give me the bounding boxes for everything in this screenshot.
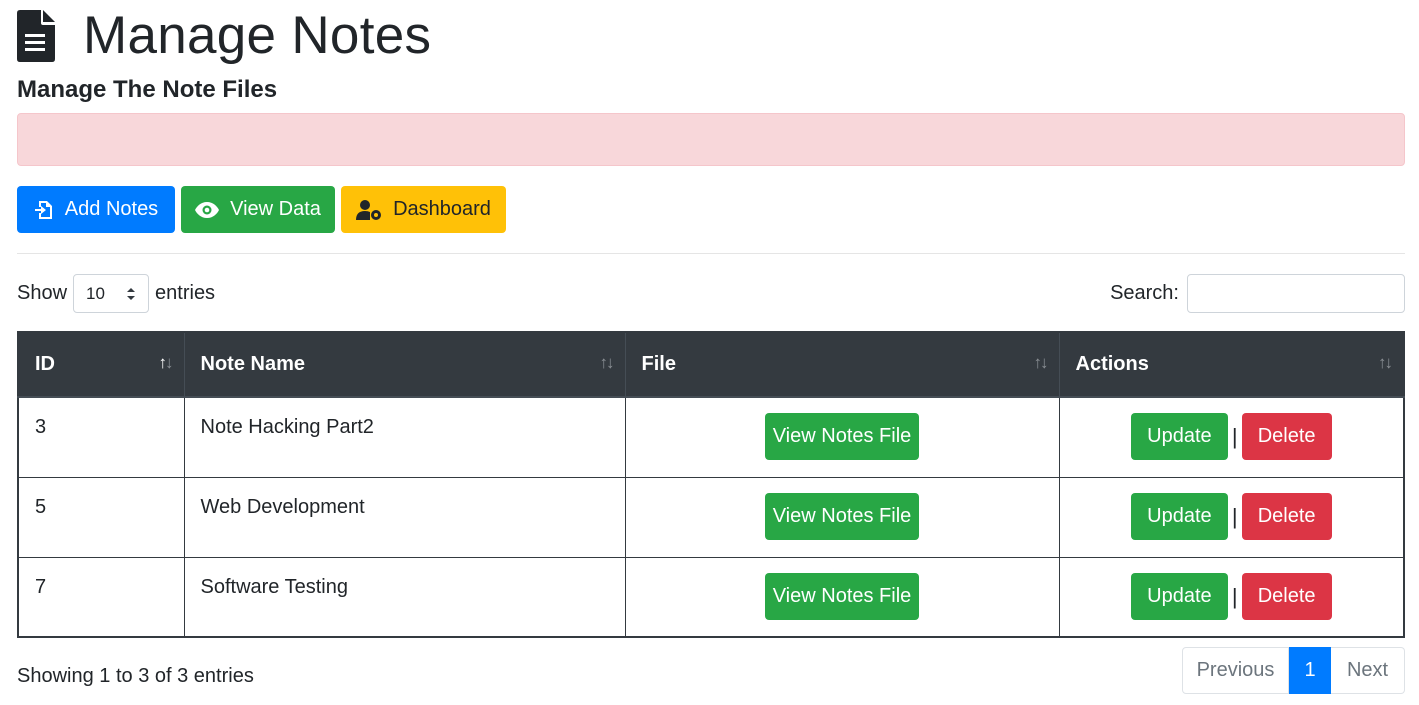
view-notes-file-button[interactable]: View Notes File: [765, 492, 919, 540]
notes-table: ID ↑↓ Note Name ↑↓ File ↑↓ Actions ↑↓ 3 …: [17, 331, 1405, 638]
entries-select-value: 10: [86, 283, 105, 303]
cell-actions: Update | Delete: [1058, 556, 1405, 638]
sort-asc-icon: ↑↓: [158, 353, 174, 372]
sort-icon: ↑↓: [599, 353, 615, 372]
cell-file: View Notes File: [624, 476, 1060, 558]
sort-icon: ↑↓: [1378, 353, 1393, 372]
action-bar: Add Notes View Data Dashboard: [17, 186, 506, 233]
column-header-id[interactable]: ID ↑↓: [17, 331, 185, 398]
table-row: 7 Software Testing View Notes File Updat…: [17, 556, 1405, 638]
dashboard-label: Dashboard: [393, 198, 491, 220]
pagination-page-1[interactable]: 1: [1289, 647, 1331, 694]
view-notes-file-button[interactable]: View Notes File: [765, 413, 919, 460]
cell-id: 7: [17, 556, 185, 638]
column-header-file[interactable]: File ↑↓: [624, 331, 1060, 398]
column-header-actions[interactable]: Actions ↑↓: [1058, 331, 1405, 398]
view-data-button[interactable]: View Data: [181, 186, 335, 233]
entries-length-control: Show 10 entries: [17, 274, 215, 313]
delete-button[interactable]: Delete: [1241, 413, 1332, 460]
cell-note-name: Software Testing: [183, 556, 626, 638]
add-notes-label: Add Notes: [64, 198, 159, 220]
view-notes-file-button[interactable]: View Notes File: [765, 572, 919, 620]
column-header-note-name[interactable]: Note Name ↑↓: [183, 331, 626, 398]
file-document-icon: [17, 10, 55, 62]
table-row: 5 Web Development View Notes File Update…: [17, 476, 1405, 558]
page-title: Manage Notes: [83, 6, 432, 65]
table-info: Showing 1 to 3 of 3 entries: [17, 665, 254, 687]
entries-label: entries: [155, 282, 216, 304]
sign-in-icon: [34, 200, 52, 219]
cell-id: 5: [17, 476, 185, 558]
action-separator: |: [1231, 424, 1238, 449]
pagination-previous[interactable]: Previous: [1182, 647, 1289, 694]
select-caret-icon: [127, 287, 136, 300]
alert-message: [17, 113, 1405, 166]
cell-file: View Notes File: [624, 556, 1060, 638]
cell-id: 3: [17, 396, 185, 478]
pagination: Previous 1 Next: [1182, 647, 1405, 694]
divider: [17, 253, 1405, 254]
search-input[interactable]: [1187, 274, 1405, 313]
table-header-row: ID ↑↓ Note Name ↑↓ File ↑↓ Actions ↑↓: [17, 331, 1405, 398]
pagination-next[interactable]: Next: [1331, 647, 1405, 694]
search-label: Search:: [1110, 282, 1179, 304]
cell-note-name: Web Development: [183, 476, 626, 558]
update-button[interactable]: Update: [1130, 413, 1228, 460]
delete-button[interactable]: Delete: [1241, 492, 1332, 540]
action-separator: |: [1231, 503, 1238, 529]
entries-select[interactable]: 10: [73, 274, 150, 313]
cell-note-name: Note Hacking Part2: [183, 396, 626, 478]
show-label: Show: [17, 282, 68, 304]
delete-button[interactable]: Delete: [1241, 572, 1332, 620]
search-control: Search:: [1110, 274, 1405, 313]
update-button[interactable]: Update: [1130, 572, 1228, 620]
cell-file: View Notes File: [624, 396, 1060, 478]
sort-icon: ↑↓: [1033, 353, 1049, 372]
page-header: Manage Notes: [17, 6, 431, 66]
view-data-label: View Data: [230, 198, 321, 220]
update-button[interactable]: Update: [1130, 492, 1228, 540]
action-separator: |: [1231, 583, 1238, 609]
user-cog-icon: [356, 199, 382, 220]
cell-actions: Update | Delete: [1058, 396, 1405, 478]
table-row: 3 Note Hacking Part2 View Notes File Upd…: [17, 396, 1405, 478]
page-subtitle: Manage The Note Files: [17, 76, 278, 103]
eye-icon: [195, 201, 220, 218]
cell-actions: Update | Delete: [1058, 476, 1405, 558]
add-notes-button[interactable]: Add Notes: [17, 186, 175, 233]
dashboard-button[interactable]: Dashboard: [341, 186, 506, 233]
